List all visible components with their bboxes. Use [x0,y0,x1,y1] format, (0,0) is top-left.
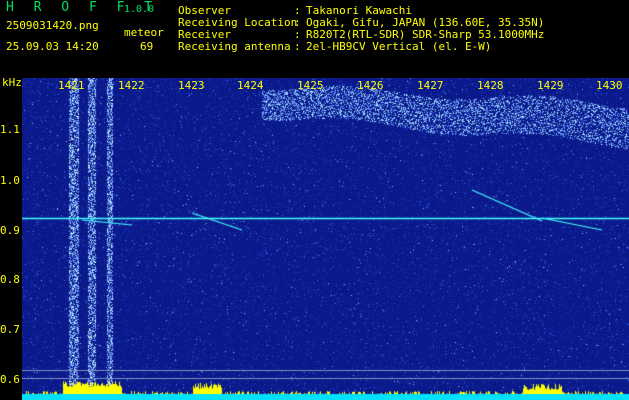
minute-label: 1421 [58,79,85,92]
y-tick-label: 1.1 [0,123,20,136]
minute-label: 1430 [596,79,623,92]
hrofft-window: H R O F F T 1.0.0 2509031420.png meteor … [0,0,629,400]
y-tick-label: 1.0 [0,174,20,187]
y-tick-label: 0.8 [0,273,20,286]
minute-label: 1427 [417,79,444,92]
spectrogram-canvas [22,78,629,400]
antenna-colon: : [294,40,301,53]
minute-label: 1423 [178,79,205,92]
minute-label: 1422 [118,79,145,92]
mode-label: meteor [124,26,164,39]
antenna-value: 2el-HB9CV Vertical (el. E-W) [306,40,492,53]
app-version: 1.0.0 [124,4,155,15]
file-name: 2509031420.png [6,19,99,32]
y-tick-label: 0.9 [0,224,20,237]
antenna-label: Receiving antenna [178,40,291,53]
khz-unit-label: kHz [2,76,22,89]
minute-label: 1424 [237,79,264,92]
minute-label: 1428 [477,79,504,92]
minute-label: 1429 [537,79,564,92]
datetime: 25.09.03 14:20 [6,40,99,53]
minute-label: 1426 [357,79,384,92]
y-tick-label: 0.7 [0,323,20,336]
minute-label: 1425 [297,79,324,92]
meteor-count: 69 [140,40,154,53]
y-tick-label: 0.6 [0,373,20,386]
